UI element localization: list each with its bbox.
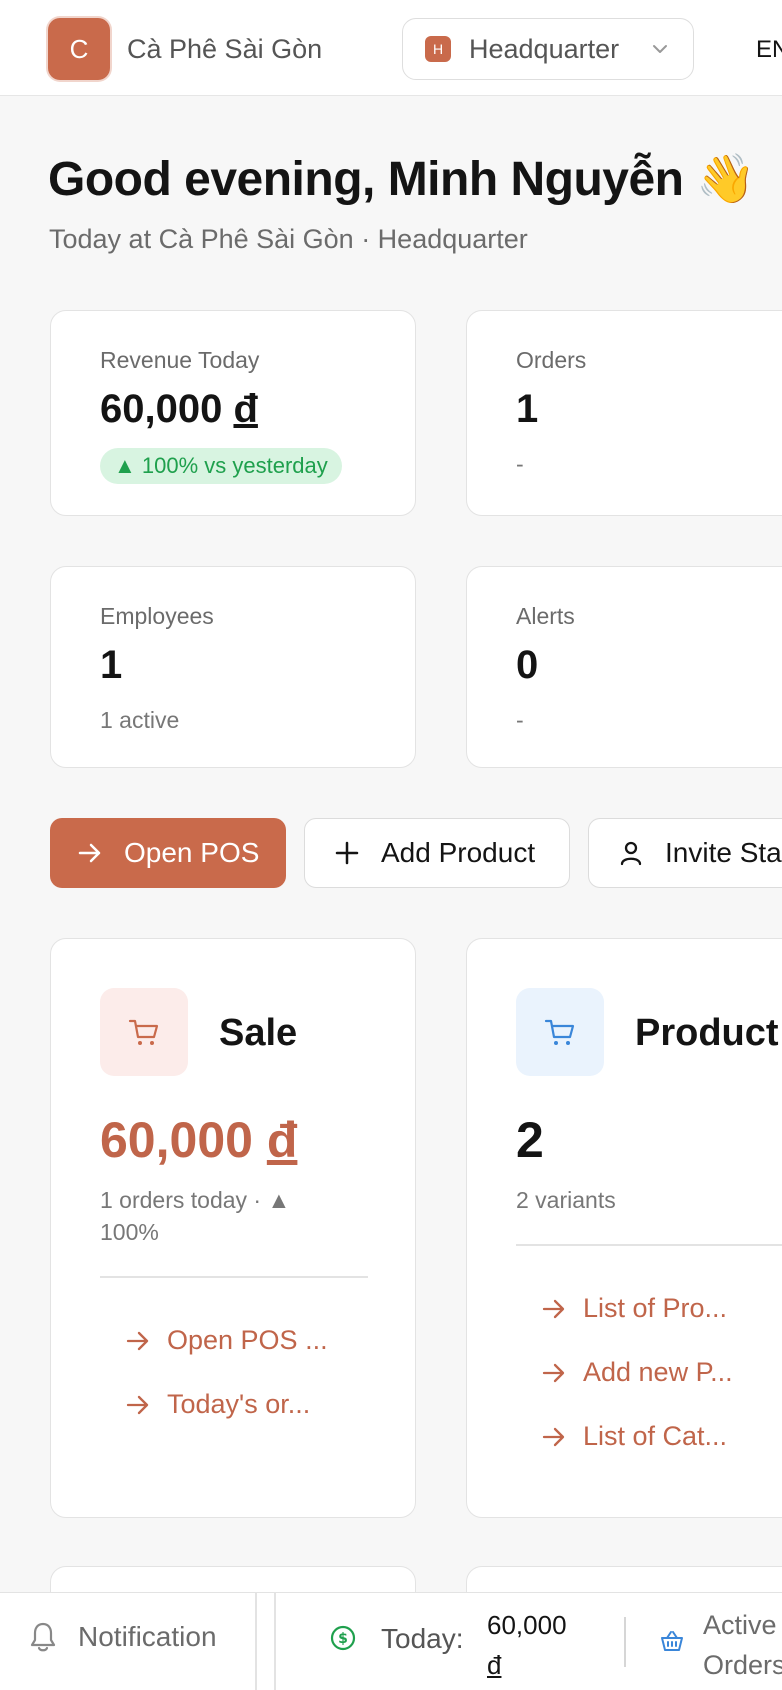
trend-badge: ▲ 100% vs yesterday [100, 448, 342, 484]
plus-icon [335, 841, 359, 865]
stat-foot: - [516, 451, 524, 477]
stat-label: Revenue Today [100, 347, 260, 373]
page-title: Good evening, Minh Nguyễn 👋 [48, 153, 756, 206]
chevron-down-icon [653, 45, 667, 53]
divider [624, 1617, 626, 1667]
invite-staff-button[interactable]: Invite Sta [588, 818, 782, 888]
module-link[interactable]: List of Pro... [541, 1293, 727, 1324]
branch-badge: H [425, 36, 451, 62]
module-link[interactable]: Open POS ... [125, 1325, 328, 1356]
invite-staff-button-label: Invite Sta [665, 837, 782, 868]
arrow-right-icon [126, 1395, 149, 1414]
divider [516, 1244, 782, 1246]
module-card-product: Product 2 2 variants List of Pro... Add … [466, 938, 782, 1518]
arrow-right-icon [542, 1427, 565, 1446]
cart-icon [544, 1019, 575, 1045]
today-revenue-value: 60,000 đ [487, 1610, 567, 1680]
stat-label: Alerts [516, 603, 575, 629]
open-pos-button[interactable]: Open POS [50, 818, 286, 888]
brand-logo[interactable]: C [48, 18, 110, 80]
branch-selector-label: Headquarter [469, 33, 620, 64]
stat-card-alerts: Alerts 0 - [466, 566, 782, 768]
stat-foot: - [516, 707, 524, 733]
stat-foot: 1 active [100, 707, 180, 733]
arrow-right-icon [542, 1363, 565, 1382]
divider [255, 1593, 257, 1690]
cart-icon [128, 1019, 159, 1045]
module-title: Product [635, 1012, 779, 1054]
notification-label: Notification [78, 1621, 217, 1652]
stat-label: Orders [516, 347, 587, 373]
stat-label: Employees [100, 603, 214, 629]
add-product-button[interactable]: Add Product [304, 818, 570, 888]
user-icon [620, 841, 642, 866]
dollar-circle-icon: $ [330, 1625, 356, 1651]
bottom-status-bar: Notification $ Today: 60,000 đ Active Or… [0, 1592, 782, 1690]
stat-value: 1 [100, 643, 123, 687]
sale-icon-tile [100, 988, 188, 1076]
arrow-right-icon [126, 1331, 149, 1350]
bell-icon [30, 1622, 56, 1652]
stat-card-revenue: Revenue Today 60,000 đ ▲ 100% vs yesterd… [50, 310, 416, 516]
stat-value: 1 [516, 387, 539, 431]
open-pos-button-label: Open POS [124, 837, 260, 868]
stat-value: 0 [516, 643, 539, 687]
brand-name: Cà Phê Sài Gòn [127, 34, 323, 64]
arrow-right-icon [78, 843, 101, 863]
add-product-button-label: Add Product [381, 837, 536, 868]
svg-text:$: $ [338, 1631, 348, 1647]
module-card-sale: Sale 60,000 đ 1 orders today · ▲ 100% Op… [50, 938, 416, 1518]
module-title: Sale [219, 1012, 298, 1054]
module-link[interactable]: List of Cat... [541, 1421, 727, 1452]
page-subtitle: Today at Cà Phê Sài Gòn · Headquarter [49, 224, 528, 254]
module-value: 60,000 đ [100, 1112, 298, 1168]
notification-button[interactable]: Notification [28, 1621, 217, 1653]
module-link[interactable]: Today's or... [125, 1389, 310, 1420]
stat-value: 60,000 đ [100, 387, 258, 431]
active-orders-button[interactable]: Active Orders [703, 1605, 782, 1685]
basket-icon [661, 1631, 683, 1651]
stat-card-orders: Orders 1 - [466, 310, 782, 516]
language-switcher[interactable]: EN [756, 36, 782, 64]
module-subtitle: 2 variants [516, 1187, 616, 1213]
top-bar: C Cà Phê Sài Gòn H Headquarter EN [0, 0, 782, 96]
stat-card-employees: Employees 1 1 active [50, 566, 416, 768]
branch-selector[interactable]: H Headquarter [402, 18, 694, 80]
divider [274, 1593, 276, 1690]
module-value: 2 [516, 1112, 544, 1168]
product-icon-tile [516, 988, 604, 1076]
arrow-right-icon [542, 1299, 565, 1318]
module-subtitle: 1 orders today · ▲ 100% [100, 1187, 291, 1245]
module-link[interactable]: Add new P... [541, 1357, 733, 1388]
today-revenue-label: Today: [381, 1623, 464, 1654]
divider [100, 1276, 368, 1278]
